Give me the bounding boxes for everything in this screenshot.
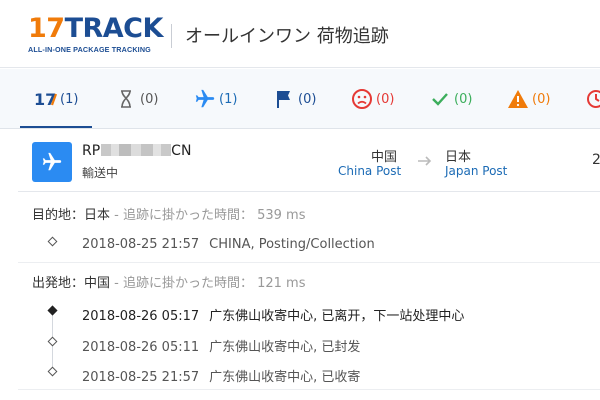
- logo-number: 17: [28, 13, 65, 44]
- 17track-logo[interactable]: 17TRACK ALL-IN-ONE PACKAGE TRACKING: [28, 13, 163, 56]
- history-icon: [584, 87, 600, 111]
- origin-event: 2018-08-26 05:17 广东佛山收寄中心, 已离开，下一站处理中心: [82, 305, 464, 324]
- sad-face-icon: [350, 87, 374, 111]
- tab-pickup[interactable]: (0): [272, 69, 317, 128]
- truncated-count: 2: [592, 152, 600, 168]
- tab-count: (0): [140, 91, 159, 107]
- warning-icon: [506, 87, 530, 111]
- origin-carrier-link[interactable]: China Post: [338, 164, 401, 178]
- event-desc: 广东佛山收寄中心, 已离开，下一站处理中心: [209, 309, 465, 324]
- event-time: 2018-08-26 05:17: [82, 309, 200, 324]
- section-divider: [18, 262, 600, 263]
- redacted-digits: [101, 144, 172, 156]
- destination-country: 日本: [445, 150, 472, 165]
- event-time: 2018-08-25 21:57: [82, 237, 200, 252]
- tab-all[interactable]: 17 (1): [19, 69, 93, 128]
- tab-pending[interactable]: (0): [114, 69, 159, 128]
- origin-heading: 出発地：中国 - 追跡に掛かった時間： 121 ms: [32, 276, 306, 291]
- logo-wordmark: TRACK: [64, 13, 164, 44]
- timeline-node: [47, 366, 58, 377]
- timeline-node-latest: [47, 305, 58, 316]
- package-status: 輸送中: [82, 166, 119, 180]
- tab-delivered[interactable]: (0): [428, 69, 473, 128]
- checkmark-icon: [428, 87, 452, 111]
- tab-count: (0): [298, 91, 317, 107]
- header-divider: [171, 24, 172, 48]
- tab-undelivered[interactable]: (0): [350, 69, 395, 128]
- tab-alert[interactable]: (0): [506, 69, 551, 128]
- event-desc: 广东佛山收寄中心, 已收寄: [209, 370, 361, 385]
- tab-count: (0): [376, 91, 395, 107]
- destination-carrier-link[interactable]: Japan Post: [445, 164, 507, 178]
- origin-country: 中国: [371, 150, 398, 165]
- tracking-number[interactable]: RP CN: [82, 143, 191, 159]
- section-divider: [18, 389, 600, 390]
- page-title: オールインワン 荷物追跡: [185, 26, 389, 47]
- timeline-node: [47, 236, 58, 247]
- logo-tagline: ALL-IN-ONE PACKAGE TRACKING: [28, 45, 151, 54]
- destination-event: 2018-08-25 21:57 CHINA, Posting/Collectio…: [82, 237, 375, 252]
- tab-count: (0): [454, 91, 473, 107]
- hourglass-icon: [114, 87, 138, 111]
- app-header: 17TRACK ALL-IN-ONE PACKAGE TRACKING オールイ…: [0, 0, 600, 68]
- event-desc: 广东佛山收寄中心, 已封发: [209, 340, 361, 355]
- plane-icon: [42, 152, 62, 171]
- tab-expired[interactable]: [584, 69, 600, 128]
- destination-heading: 目的地：日本 - 追跡に掛かった時間： 539 ms: [32, 208, 306, 223]
- flag-icon: [272, 87, 296, 111]
- status-tabs: 17 (1) (0) (1) (0) (0) (0) (0): [0, 69, 600, 129]
- destination-timing: - 追跡に掛かった時間： 539 ms: [110, 208, 306, 223]
- tab-count: (1): [219, 91, 238, 107]
- tab-in-transit[interactable]: (1): [193, 69, 238, 128]
- plane-icon: [193, 87, 217, 111]
- event-time: 2018-08-25 21:57: [82, 370, 200, 385]
- timeline-node: [47, 336, 58, 347]
- in-transit-badge: [32, 142, 72, 182]
- tab-count: (0): [532, 91, 551, 107]
- origin-event: 2018-08-26 05:11 广东佛山收寄中心, 已封发: [82, 336, 360, 355]
- event-time: 2018-08-26 05:11: [82, 340, 200, 355]
- package-summary[interactable]: RP CN 輸送中 中国 China Post 日本 Japan Post 2: [18, 130, 600, 192]
- 17track-logo-icon: 17: [34, 87, 58, 111]
- origin-event: 2018-08-25 21:57 广东佛山收寄中心, 已收寄: [82, 366, 360, 385]
- route-arrow-icon: [418, 156, 432, 166]
- tab-count: (1): [60, 91, 79, 107]
- origin-timing: - 追跡に掛かった時間： 121 ms: [110, 276, 306, 291]
- event-desc: CHINA, Posting/Collection: [209, 237, 375, 252]
